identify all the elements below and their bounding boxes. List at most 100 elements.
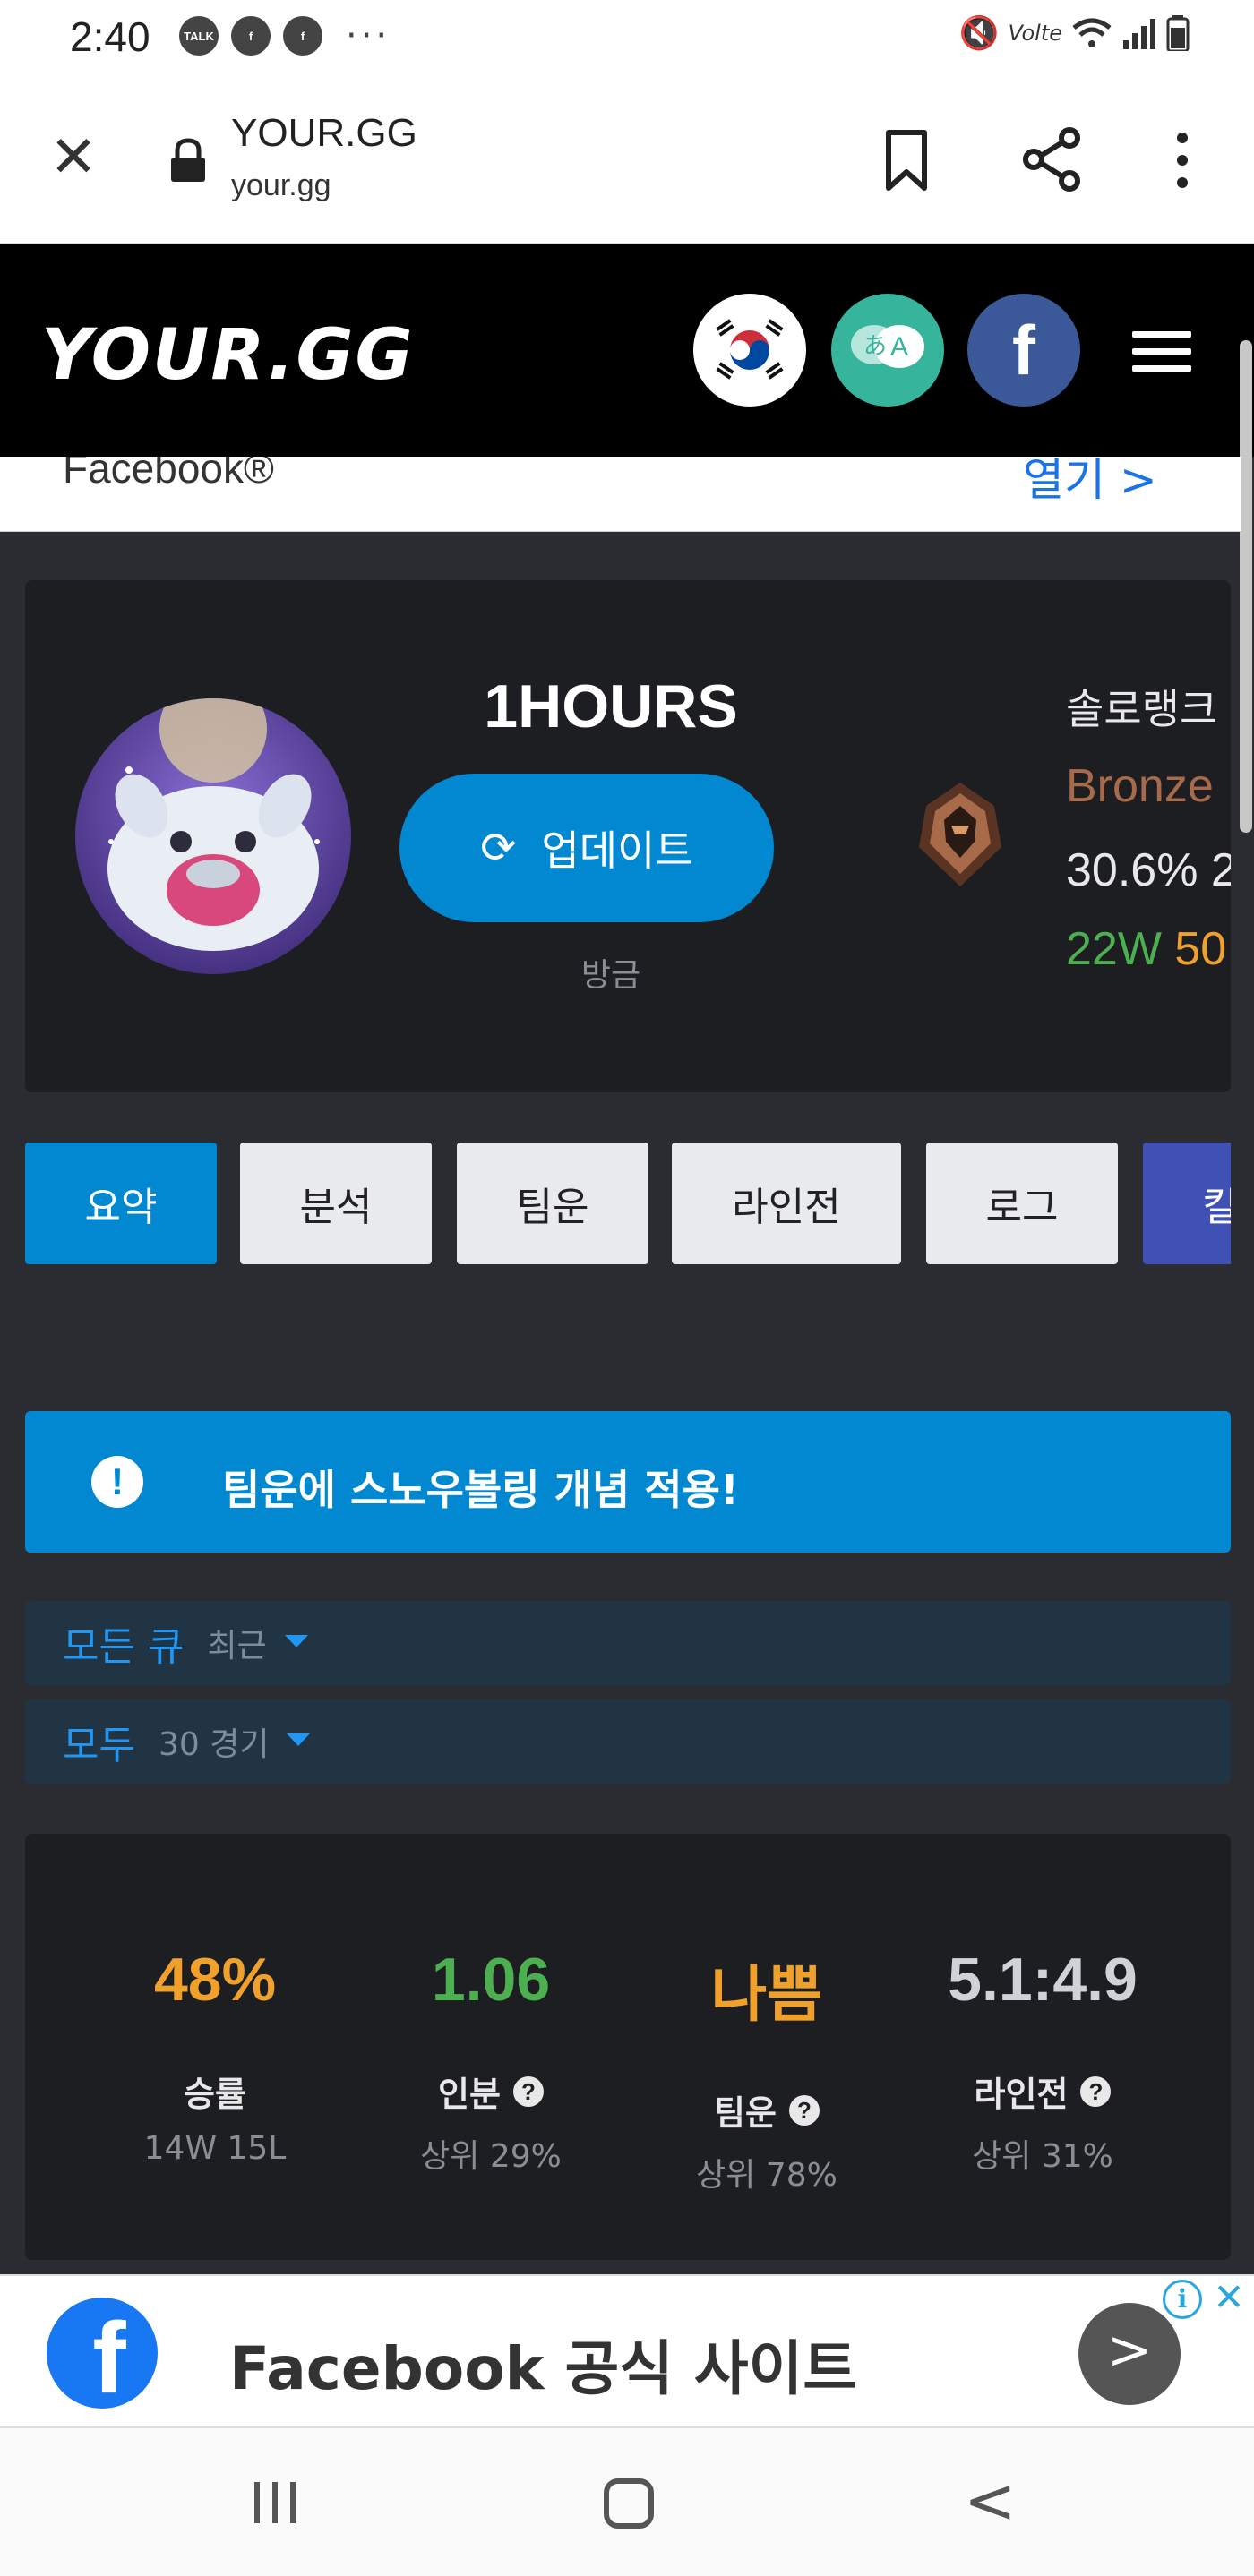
bottom-ad-banner[interactable]: f Facebook 공식 사이트 > i ✕	[0, 2274, 1254, 2428]
stat-label-text: 인분	[438, 2075, 501, 2114]
stat-label-text: 팀운	[714, 2093, 777, 2133]
share-icon[interactable]	[1021, 127, 1084, 192]
tier-name: Bronze	[1066, 760, 1214, 812]
facebook-logo-letter: f	[92, 2302, 126, 2409]
status-bar: 2:40 TALK f f ··· 🔇 Volte	[0, 0, 1254, 75]
ad-open-button[interactable]: >	[1078, 2303, 1181, 2405]
stat-laning: 5.1:4.9 라인전? 상위 31%	[899, 1945, 1186, 2177]
stat-value: 48%	[153, 1946, 277, 2014]
stat-sub: 상위 78%	[696, 2157, 837, 2194]
top-ad-row[interactable]: Facebook® 열기 >	[0, 457, 1241, 532]
chevron-down-icon	[287, 1733, 311, 1746]
tab-analysis[interactable]: 분석	[240, 1143, 432, 1264]
translate-icon: あ A	[851, 325, 924, 368]
facebook-button[interactable]: f	[967, 294, 1080, 407]
stat-winrate: 48% 승률 14W 15L	[72, 1945, 358, 2167]
stat-performance: 1.06 인분? 상위 29%	[348, 1945, 634, 2177]
queue-filter-value: 모든 큐	[63, 1624, 185, 1670]
chevron-down-icon	[284, 1635, 308, 1647]
notification-icons: TALK f f ···	[179, 16, 391, 56]
stat-team-luck: 나쁨 팀운? 상위 78%	[623, 1945, 910, 2195]
facebook-icon: f	[1012, 310, 1035, 389]
more-options-icon[interactable]	[1164, 129, 1200, 192]
stat-label: 팀운?	[623, 2085, 910, 2135]
stats-card: 48% 승률 14W 15L 1.06 인분? 상위 29% 나쁨 팀운? 상위…	[25, 1834, 1231, 2260]
ad-info-icon[interactable]: i	[1163, 2280, 1202, 2319]
ad-text: Facebook 공식 사이트	[229, 2334, 858, 2403]
talk-icon: TALK	[179, 16, 219, 56]
status-time: 2:40	[70, 13, 150, 60]
queue-filter-sub: 최근	[207, 1628, 267, 1665]
notice-banner[interactable]: ! 팀운에 스노우볼링 개념 적용!	[25, 1411, 1231, 1553]
close-tab-button[interactable]: ✕	[45, 129, 102, 186]
browser-toolbar: ✕ YOUR.GG your.gg	[0, 75, 1254, 244]
translate-right-text: A	[890, 332, 908, 362]
games-filter-sub: 30 경기	[158, 1726, 270, 1763]
translate-button[interactable]: あ A	[831, 294, 944, 407]
stat-label: 라인전?	[899, 2067, 1186, 2116]
wifi-icon	[1072, 18, 1112, 47]
back-button[interactable]: <	[964, 2464, 1017, 2537]
games-filter-dropdown[interactable]: 모두 30 경기	[25, 1699, 1231, 1784]
stat-label: 인분?	[348, 2067, 634, 2116]
alert-icon: !	[91, 1456, 143, 1508]
top-ad-text: Facebook®	[63, 457, 274, 492]
losses: 50	[1174, 923, 1227, 975]
translate-left-text: あ	[863, 333, 887, 360]
tab-summary[interactable]: 요약	[25, 1143, 217, 1264]
summoner-name: 1HOURS	[484, 672, 738, 740]
stat-label: 승률	[72, 2067, 358, 2116]
home-button[interactable]	[604, 2478, 654, 2529]
queue-filter-dropdown[interactable]: 모든 큐 최근	[25, 1601, 1231, 1685]
facebook-icon: f	[283, 16, 322, 56]
top-ad-open-link[interactable]: 열기 >	[1023, 457, 1157, 509]
system-icons: 🔇 Volte	[959, 14, 1190, 52]
site-logo[interactable]: YOUR.GG	[41, 315, 415, 396]
tab-log[interactable]: 로그	[926, 1143, 1118, 1264]
tab-laning[interactable]: 라인전	[672, 1143, 901, 1264]
korea-flag-icon	[705, 305, 794, 395]
facebook-logo-icon: f	[47, 2298, 158, 2409]
stat-sub: 상위 31%	[972, 2138, 1113, 2175]
winrate-text: 30.6% 2	[1066, 844, 1231, 896]
ad-close-icon[interactable]: ✕	[1209, 2278, 1249, 2317]
win-loss-record: 22W 50	[1066, 922, 1226, 976]
help-icon[interactable]: ?	[1080, 2075, 1112, 2107]
bronze-emblem-icon	[919, 783, 1001, 886]
stat-value: 5.1:4.9	[948, 1946, 1138, 2014]
bookmark-icon[interactable]	[880, 129, 933, 192]
lock-icon	[171, 138, 205, 182]
page-url[interactable]: your.gg	[231, 168, 331, 203]
navigation-bar: <	[0, 2428, 1254, 2576]
stat-value: 나쁨	[710, 1961, 823, 2029]
update-label: 업데이트	[541, 826, 693, 875]
games-filter-value: 모두	[63, 1723, 135, 1768]
avatar	[75, 698, 351, 974]
poro-avatar-image	[75, 698, 351, 974]
hamburger-menu-icon[interactable]	[1132, 331, 1191, 372]
page-title[interactable]: YOUR.GG	[231, 111, 417, 156]
help-icon[interactable]: ?	[512, 2075, 544, 2107]
mute-icon: 🔇	[958, 15, 1000, 52]
update-button[interactable]: ⟳ 업데이트	[399, 774, 774, 922]
stat-sub: 상위 29%	[420, 2138, 562, 2175]
tab-kill[interactable]: 킬	[1143, 1143, 1231, 1264]
last-updated-time: 방금	[580, 957, 641, 994]
tab-team-luck[interactable]: 팀운	[457, 1143, 648, 1264]
refresh-icon: ⟳	[480, 823, 517, 873]
help-icon[interactable]: ?	[788, 2094, 820, 2126]
queue-label: 솔로랭크	[1066, 685, 1218, 733]
notice-text: 팀운에 스노우볼링 개념 적용!	[222, 1466, 739, 1514]
site-header: YOUR.GG あ A f	[0, 244, 1254, 457]
battery-icon	[1166, 15, 1190, 51]
page: 2:40 TALK f f ··· 🔇 Volte ✕ YOUR.GG your…	[0, 0, 1254, 2576]
profile-card: 1HOURS ⟳ 업데이트 방금 솔로랭크 Bronze 30.6% 2 22W…	[25, 580, 1231, 1092]
tab-bar: 요약 분석 팀운 라인전 로그 킬	[25, 1143, 1231, 1264]
recent-apps-button[interactable]	[254, 2482, 296, 2523]
stat-value: 1.06	[431, 1946, 551, 2014]
korea-flag-button[interactable]	[693, 294, 806, 407]
stat-label-text: 라인전	[974, 2075, 1069, 2114]
stat-label-text: 승률	[184, 2075, 246, 2114]
scrollbar[interactable]	[1240, 340, 1252, 833]
wins: 22W	[1066, 923, 1162, 975]
